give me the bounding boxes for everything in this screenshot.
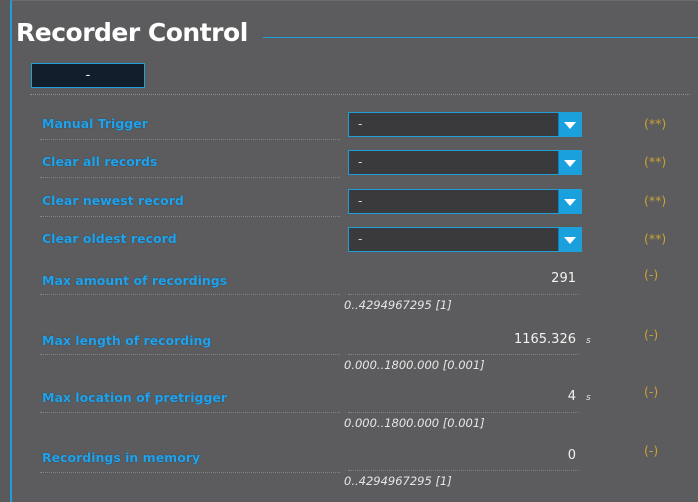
label-divider	[40, 216, 340, 217]
label-divider	[40, 472, 340, 473]
row-max-length-recording: Max length of recording 1165.326 s 0.000…	[0, 327, 698, 386]
recordings-in-memory-range: 0..4294967295 [1]	[344, 474, 452, 488]
status-indicator: (-)	[644, 327, 659, 342]
max-length-recording-value[interactable]: 1165.326	[440, 332, 576, 347]
dropdown-value: -	[358, 117, 363, 131]
row-manual-trigger: Manual Trigger - (**)	[0, 112, 698, 154]
value-divider	[348, 412, 578, 413]
header-separator	[30, 94, 690, 95]
max-amount-recordings-value[interactable]: 291	[470, 271, 576, 286]
label-divider	[40, 139, 340, 140]
value-divider	[348, 470, 578, 471]
unit-label: s	[586, 336, 591, 346]
chevron-down-icon[interactable]	[558, 151, 581, 174]
max-length-recording-label: Max length of recording	[42, 333, 212, 348]
max-amount-recordings-label: Max amount of recordings	[42, 273, 228, 288]
manual-trigger-label: Manual Trigger	[42, 116, 148, 131]
collapse-button[interactable]: -	[31, 63, 145, 88]
label-divider	[40, 412, 340, 413]
row-clear-oldest-record: Clear oldest record - (**)	[0, 227, 698, 269]
max-location-pretrigger-label: Max location of pretrigger	[42, 390, 228, 405]
chevron-down-icon[interactable]	[558, 190, 581, 213]
status-indicator: (-)	[644, 443, 659, 458]
dropdown-value: -	[358, 232, 363, 246]
manual-trigger-dropdown[interactable]: -	[348, 112, 582, 137]
status-indicator: (**)	[644, 116, 667, 131]
title-divider	[263, 37, 698, 38]
row-max-location-pretrigger: Max location of pretrigger 4 s 0.000..18…	[0, 384, 698, 445]
clear-oldest-record-dropdown[interactable]: -	[348, 227, 582, 252]
label-divider	[40, 177, 340, 178]
panel-title: Recorder Control	[16, 18, 248, 47]
chevron-down-icon[interactable]	[558, 113, 581, 136]
row-max-amount-recordings: Max amount of recordings 291 0..42949672…	[0, 267, 698, 328]
chevron-down-icon[interactable]	[558, 228, 581, 251]
value-divider	[348, 294, 578, 295]
status-indicator: (-)	[644, 384, 659, 399]
dropdown-value: -	[358, 194, 363, 208]
status-indicator: (**)	[644, 231, 667, 246]
max-amount-recordings-range: 0..4294967295 [1]	[344, 298, 452, 312]
recordings-in-memory-label: Recordings in memory	[42, 450, 201, 465]
clear-newest-record-label: Clear newest record	[42, 193, 184, 208]
max-location-pretrigger-range: 0.000..1800.000 [0.001]	[344, 416, 485, 430]
status-indicator: (-)	[644, 267, 659, 282]
row-clear-newest-record: Clear newest record - (**)	[0, 189, 698, 231]
max-length-recording-range: 0.000..1800.000 [0.001]	[344, 358, 485, 372]
status-indicator: (**)	[644, 193, 667, 208]
clear-newest-record-dropdown[interactable]: -	[348, 189, 582, 214]
clear-all-records-dropdown[interactable]: -	[348, 150, 582, 175]
label-divider	[40, 294, 340, 295]
status-indicator: (**)	[644, 154, 667, 169]
unit-label: s	[586, 393, 591, 403]
row-recordings-in-memory: Recordings in memory 0 0..4294967295 [1]…	[0, 443, 698, 501]
recordings-in-memory-value[interactable]: 0	[470, 448, 576, 463]
label-divider	[40, 354, 340, 355]
clear-all-records-label: Clear all records	[42, 154, 158, 169]
dropdown-value: -	[358, 155, 363, 169]
clear-oldest-record-label: Clear oldest record	[42, 231, 177, 246]
row-clear-all-records: Clear all records - (**)	[0, 150, 698, 192]
value-divider	[348, 354, 578, 355]
max-location-pretrigger-value[interactable]: 4	[470, 389, 576, 404]
